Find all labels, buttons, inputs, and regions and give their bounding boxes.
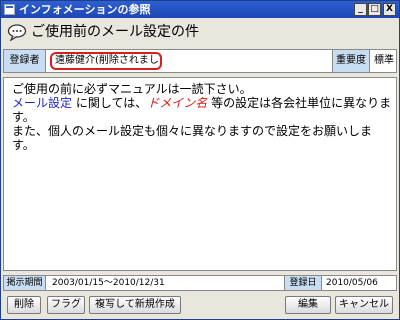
importance-label: 重要度 — [332, 50, 370, 72]
flag-button[interactable]: フラグ — [47, 296, 85, 314]
copy-new-button[interactable]: 複写して新規作成 — [89, 296, 181, 314]
sender-label: 登録者 — [4, 50, 46, 72]
window-icon — [4, 4, 15, 15]
body-line-2: メール設定 に関しては、ドメイン名 等の設定は各会社単位に異なります。 — [12, 96, 392, 124]
window-title: インフォメーションの参照 — [19, 3, 151, 16]
speech-balloon-icon — [7, 24, 27, 41]
message-title: ご使用前のメール設定の件 — [31, 24, 199, 40]
minimize-button[interactable]: _ — [354, 3, 367, 16]
period-value: 2003/01/15～2010/12/31 — [52, 278, 165, 288]
period-row: 掲示期間 2003/01/15～2010/12/31 登録日 2010/05/0… — [3, 275, 397, 291]
body-line-3: また、個人のメール設定も個々に異なりますので設定をお願いします。 — [12, 124, 373, 152]
mail-settings-link[interactable]: メール設定 — [12, 96, 72, 110]
reference-window: インフォメーションの参照 _ □ X ご使用前のメール設定の件 登録者 遠藤健介… — [0, 0, 400, 320]
domain-name-text: ドメイン名 — [147, 96, 208, 110]
importance-value: 標準 — [374, 55, 394, 66]
body-text-2: に関しては、 — [75, 96, 148, 110]
close-button[interactable]: X — [383, 3, 396, 16]
delete-button[interactable]: 削除 — [7, 296, 41, 314]
edit-button[interactable]: 編集 — [285, 296, 331, 314]
registered-date-label: 登録日 — [284, 276, 322, 290]
message-heading: ご使用前のメール設定の件 — [5, 19, 395, 45]
message-body: ご使用の前に必ずマニュアルは一読下さい。 メール設定 に関しては、ドメイン名 等… — [3, 77, 397, 271]
period-label: 掲示期間 — [4, 276, 46, 290]
title-bar[interactable]: インフォメーションの参照 _ □ X — [1, 1, 399, 18]
cancel-button[interactable]: キャンセル — [335, 296, 393, 314]
sender-value: 遠藤健介(削除されました) — [50, 52, 162, 70]
body-text: ご使用の前に必ずマニュアルは一読下さい。 メール設定 に関しては、ドメイン名 等… — [12, 82, 392, 152]
body-line-1: ご使用の前に必ずマニュアルは一読下さい。 — [12, 82, 252, 96]
maximize-button[interactable]: □ — [368, 3, 381, 16]
sender-row: 登録者 遠藤健介(削除されました) 重要度 標準 — [3, 49, 397, 73]
registered-date-value: 2010/05/06 — [326, 278, 378, 288]
